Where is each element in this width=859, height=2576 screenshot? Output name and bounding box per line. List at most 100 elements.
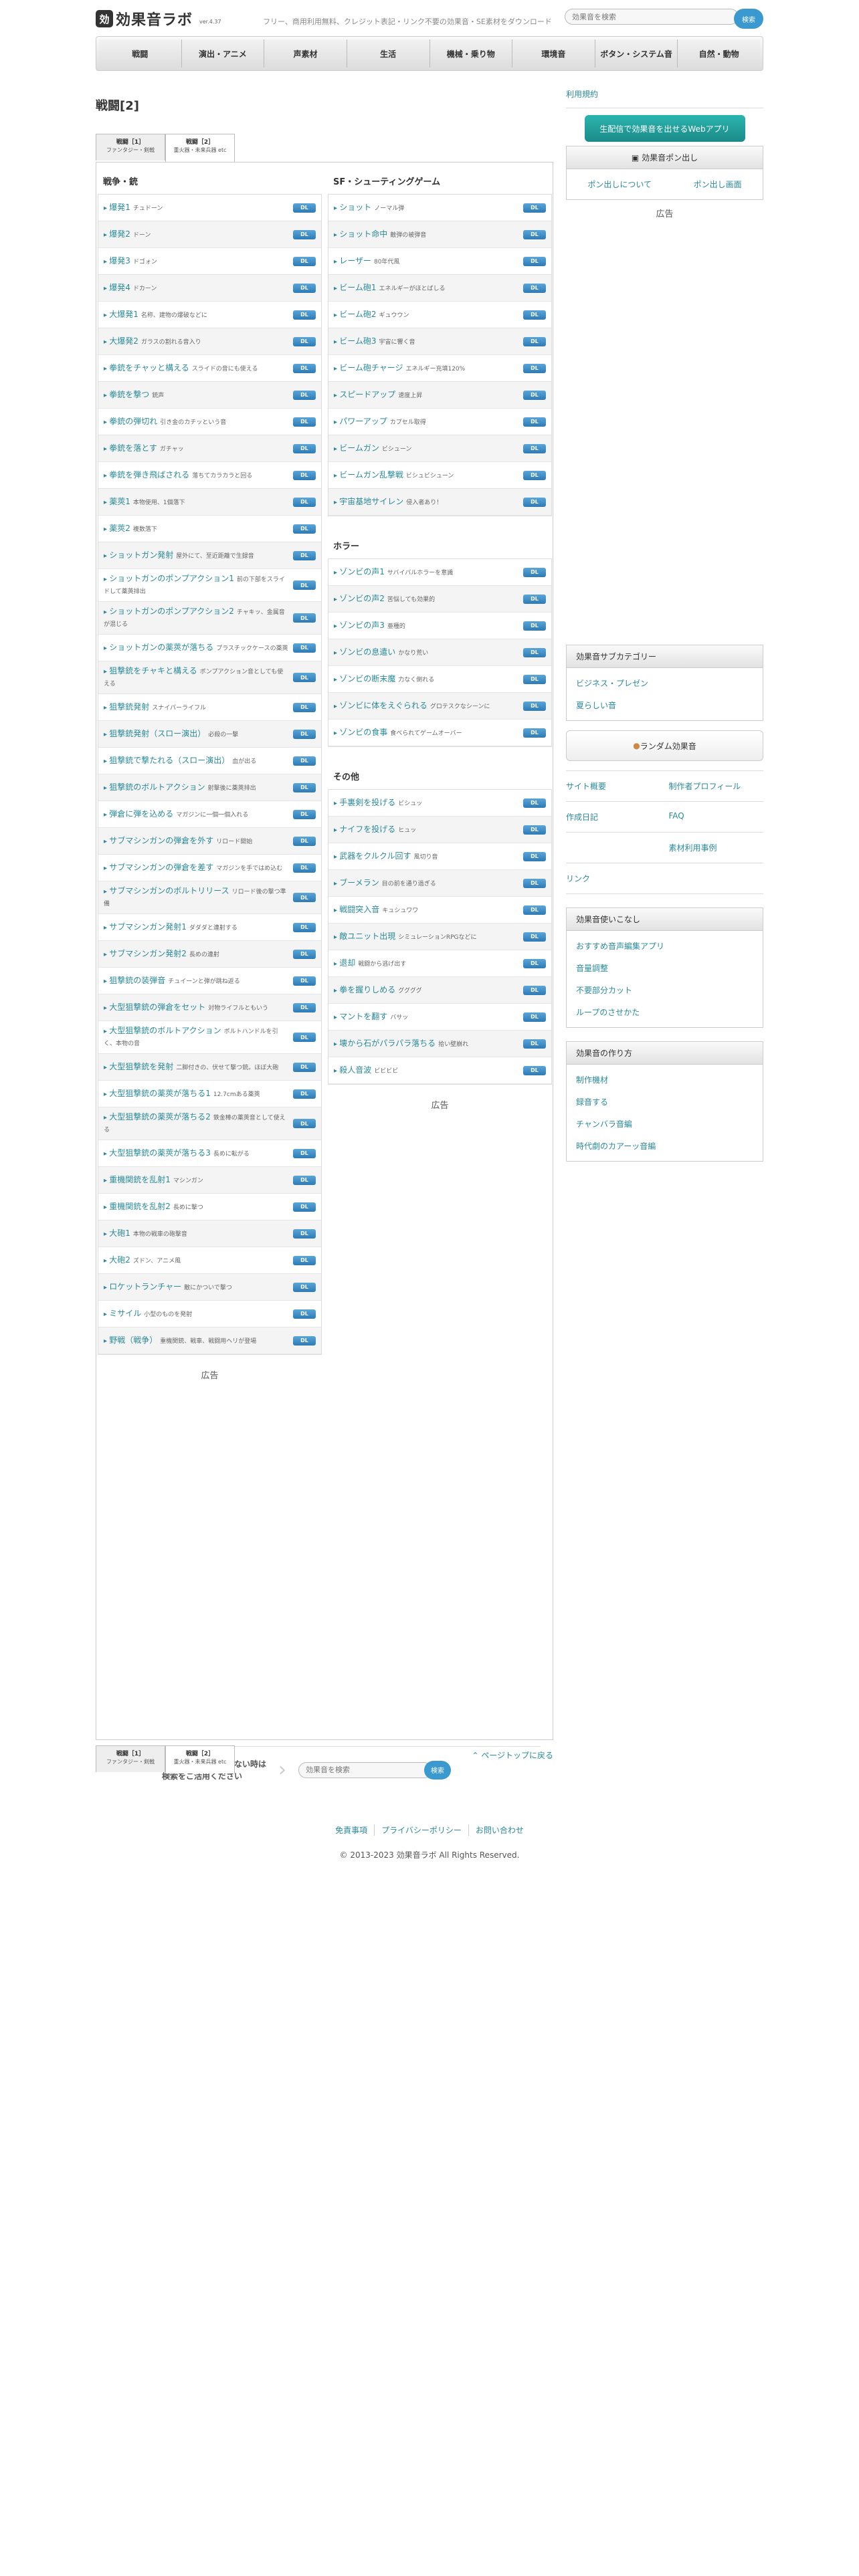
footer-link[interactable]: 免責事項 <box>328 1824 375 1836</box>
pon-about-link[interactable]: ポン出しについて <box>587 179 652 190</box>
sidebar-link[interactable]: おすすめ音声編集アプリ <box>576 935 753 957</box>
download-button[interactable]: DL <box>523 594 546 604</box>
download-button[interactable]: DL <box>293 203 316 213</box>
sound-row[interactable]: 狙撃銃発射スナイパーライフル DL <box>98 694 321 721</box>
sound-title-link[interactable]: ショットガンのポンプアクション1 <box>109 574 234 583</box>
sound-row[interactable]: ビーム砲チャージエネルギー充填120% DL <box>328 355 551 382</box>
header-search-input[interactable] <box>565 9 739 25</box>
download-button[interactable]: DL <box>293 1062 316 1072</box>
sound-row[interactable]: 薬莢2複数落下 DL <box>98 516 321 542</box>
sound-title-link[interactable]: 大型狙撃銃の薬莢が落ちる2 <box>109 1112 211 1121</box>
download-button[interactable]: DL <box>293 756 316 766</box>
download-button[interactable]: DL <box>293 524 316 534</box>
header-search-button[interactable]: 検索 <box>734 9 763 29</box>
nav-item[interactable]: 生活 <box>347 39 430 68</box>
sound-title-link[interactable]: 大型狙撃銃の薬莢が落ちる1 <box>109 1089 211 1098</box>
sound-title-link[interactable]: ビーム砲2 <box>339 310 376 319</box>
download-button[interactable]: DL <box>293 976 316 986</box>
download-button[interactable]: DL <box>293 310 316 320</box>
sound-row[interactable]: 大爆発2ガラスの割れる音入り DL <box>98 328 321 355</box>
tab-battle-1[interactable]: 戦闘［1］ ファンタジー・剣戟 <box>96 134 165 160</box>
sound-row[interactable]: 敵ユニット出現シミュレーションRPGなどに DL <box>328 924 551 950</box>
sound-title-link[interactable]: ビームガン乱撃戦 <box>339 470 403 479</box>
sound-title-link[interactable]: レーザー <box>339 256 371 265</box>
sound-title-link[interactable]: 野戦（戦争） <box>109 1335 157 1345</box>
download-button[interactable]: DL <box>293 1175 316 1185</box>
download-button[interactable]: DL <box>293 1309 316 1319</box>
download-button[interactable]: DL <box>293 1089 316 1099</box>
sidebar-link[interactable]: 夏らしい音 <box>576 694 753 716</box>
sound-row[interactable]: 壊から石がパラパラ落ちる拾い壁崩れ DL <box>328 1031 551 1057</box>
download-button[interactable]: DL <box>293 836 316 846</box>
download-button[interactable]: DL <box>523 567 546 577</box>
sound-row[interactable]: 大砲2ズドン、アニメ風 DL <box>98 1247 321 1274</box>
sidebar-link[interactable]: 不要部分カット <box>576 979 753 1001</box>
download-button[interactable]: DL <box>293 1148 316 1158</box>
sidebar-link[interactable]: ループのさせかた <box>576 1001 753 1023</box>
sound-title-link[interactable]: 爆発1 <box>109 203 130 212</box>
sound-row[interactable]: 宇宙基地サイレン侵入者あり！ DL <box>328 489 551 516</box>
random-sound-button[interactable]: ● ランダム効果音 <box>566 730 763 761</box>
sound-row[interactable]: 大砲1本物の戦車の砲撃音 DL <box>98 1220 321 1247</box>
download-button[interactable]: DL <box>293 283 316 293</box>
download-button[interactable]: DL <box>293 470 316 480</box>
sound-title-link[interactable]: 大型狙撃銃のボルトアクション <box>109 1026 221 1035</box>
page-top-link[interactable]: ⌃ ページトップに戻る <box>472 1749 553 1761</box>
sound-row[interactable]: 大型狙撃銃の薬莢が落ちる3長めに転がる DL <box>98 1140 321 1167</box>
sound-title-link[interactable]: 薬莢2 <box>109 524 130 533</box>
tab-battle-1[interactable]: 戦闘［1］ ファンタジー・剣戟 <box>96 1745 165 1772</box>
sidebar-link[interactable]: 録音する <box>576 1091 753 1113</box>
sound-row[interactable]: スピードアップ速度上昇 DL <box>328 382 551 409</box>
sound-row[interactable]: ゾンビの声1サバイバルホラーを意識 DL <box>328 559 551 586</box>
terms-link[interactable]: 利用規約 <box>566 80 763 108</box>
download-button[interactable]: DL <box>523 958 546 968</box>
sound-title-link[interactable]: 拳を握りしめる <box>339 985 395 994</box>
download-button[interactable]: DL <box>293 417 316 427</box>
sound-title-link[interactable]: 拳銃の弾切れ <box>109 417 157 426</box>
sound-title-link[interactable]: 重機関銃を乱射2 <box>109 1202 171 1211</box>
sound-title-link[interactable]: ゾンビの断末魔 <box>339 674 395 683</box>
download-button[interactable]: DL <box>293 1002 316 1012</box>
sound-row[interactable]: マントを翻すバサッ DL <box>328 1004 551 1031</box>
download-button[interactable]: DL <box>293 336 316 346</box>
download-button[interactable]: DL <box>293 1228 316 1239</box>
sound-title-link[interactable]: ゾンビの声3 <box>339 621 385 630</box>
sound-title-link[interactable]: サブマシンガンの弾倉を外す <box>109 836 213 845</box>
sound-row[interactable]: 大型狙撃銃の弾倉をセット対物ライフルともいう DL <box>98 994 321 1021</box>
download-button[interactable]: DL <box>523 798 546 808</box>
download-button[interactable]: DL <box>293 443 316 453</box>
download-button[interactable]: DL <box>523 310 546 320</box>
sound-row[interactable]: ビームガン乱撃戦ビシュビシューン DL <box>328 462 551 489</box>
sound-title-link[interactable]: ゾンビの声1 <box>339 567 385 576</box>
download-button[interactable]: DL <box>523 728 546 738</box>
sound-title-link[interactable]: 狙撃銃のボルトアクション <box>109 782 205 792</box>
download-button[interactable]: DL <box>523 256 546 266</box>
sound-title-link[interactable]: ミサイル <box>109 1309 141 1318</box>
nav-item[interactable]: 環境音 <box>512 39 595 68</box>
sound-title-link[interactable]: 大砲2 <box>109 1255 130 1265</box>
download-button[interactable]: DL <box>293 256 316 266</box>
sound-row[interactable]: 弾倉に弾を込めるマガジンに一個一個入れる DL <box>98 801 321 828</box>
sound-row[interactable]: 大型狙撃銃の薬莢が落ちる112.7cmある薬莢 DL <box>98 1081 321 1107</box>
sound-row[interactable]: 爆発2ドーン DL <box>98 221 321 248</box>
site-info-link[interactable]: 作成日記 <box>566 802 665 833</box>
site-info-link[interactable]: リンク <box>566 863 665 894</box>
sound-title-link[interactable]: ゾンビの声2 <box>339 594 385 603</box>
sound-title-link[interactable]: 大型狙撃銃を発射 <box>109 1062 173 1071</box>
download-button[interactable]: DL <box>293 580 316 590</box>
sound-row[interactable]: 拳銃の弾切れ引き金のカチッという音 DL <box>98 409 321 435</box>
sound-row[interactable]: ゾンビの食事食べられてゲームオーバー DL <box>328 720 551 746</box>
download-button[interactable]: DL <box>523 390 546 400</box>
sound-title-link[interactable]: スピードアップ <box>339 390 395 399</box>
sound-title-link[interactable]: 重機関銃を乱射1 <box>109 1175 171 1184</box>
sound-row[interactable]: ロケットランチャー敵にかついで撃つ DL <box>98 1274 321 1301</box>
sound-title-link[interactable]: ショットガンのポンプアクション2 <box>109 607 234 616</box>
sound-row[interactable]: ナイフを投げるヒュッ DL <box>328 817 551 843</box>
download-button[interactable]: DL <box>523 229 546 239</box>
site-info-link[interactable]: 制作者プロフィール <box>664 771 763 802</box>
nav-item[interactable]: 声素材 <box>264 39 347 68</box>
sound-row[interactable]: 拳銃を落とすガチャッ DL <box>98 435 321 462</box>
sound-title-link[interactable]: サブマシンガンの弾倉を差す <box>109 863 213 872</box>
download-button[interactable]: DL <box>293 1282 316 1292</box>
download-button[interactable]: DL <box>523 878 546 888</box>
